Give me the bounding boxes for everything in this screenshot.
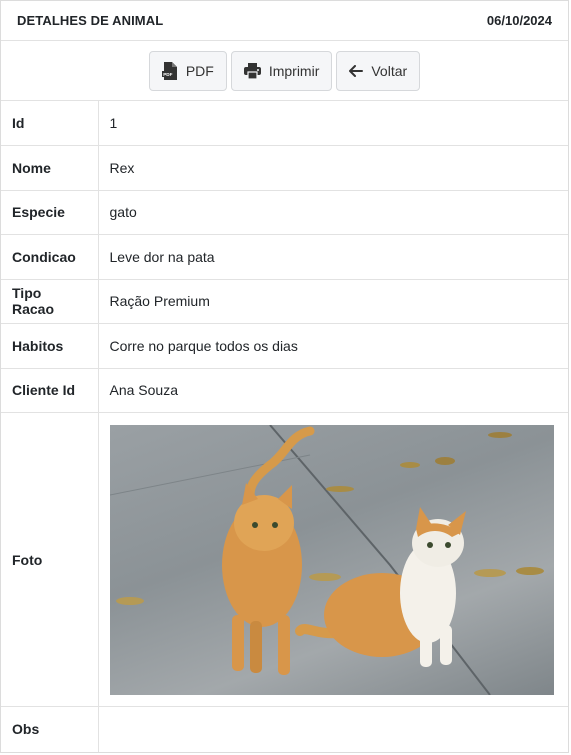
field-value: Rex — [98, 145, 568, 190]
field-value: gato — [98, 189, 568, 235]
field-label: Nome — [1, 145, 99, 190]
table-row: Id 1 — [1, 101, 568, 146]
field-label: Habitos — [1, 323, 99, 368]
table-row: Condicao Leve dor na pata — [1, 234, 568, 279]
field-label: Condicao — [1, 234, 99, 279]
field-value: 1 — [109, 115, 118, 131]
back-button[interactable]: Voltar — [336, 50, 421, 91]
table-row: Especie gato — [1, 189, 568, 235]
field-value — [98, 706, 568, 752]
svg-text:PDF: PDF — [163, 72, 172, 77]
print-button[interactable]: Imprimir — [230, 50, 333, 91]
field-label: Obs — [1, 706, 99, 752]
table-row: Tipo Racao Ração Premium — [1, 278, 568, 324]
pdf-button-label: PDF — [185, 62, 214, 79]
table-row: Foto — [1, 412, 568, 707]
header-date: 06/10/2024 — [486, 13, 552, 28]
action-toolbar: PDF PDF Imprimir Voltar — [1, 41, 568, 101]
table-row: Obs — [1, 706, 568, 752]
field-label: Cliente Id — [1, 367, 99, 413]
pdf-file-icon: PDF — [161, 61, 178, 80]
page-title: DETALHES DE ANIMAL — [17, 13, 164, 28]
field-label: Id — [1, 101, 99, 146]
cats-image — [109, 424, 544, 695]
field-value: Ana Souza — [98, 367, 568, 413]
print-button-label: Imprimir — [268, 62, 320, 79]
details-table: Id 1 Nome Rex Especie gato Condicao Leve… — [1, 101, 568, 752]
field-value: Ração Premium — [98, 278, 568, 324]
field-value — [98, 412, 568, 707]
field-label: Especie — [1, 189, 99, 235]
card-header: DETALHES DE ANIMAL 06/10/2024 — [1, 1, 568, 41]
table-row: Nome Rex — [1, 145, 568, 190]
table-row: Habitos Corre no parque todos os dias — [1, 323, 568, 368]
pdf-button[interactable]: PDF PDF — [148, 50, 227, 91]
field-label: Tipo Racao — [1, 278, 99, 324]
field-value: Leve dor na pata — [98, 234, 568, 279]
back-button-label: Voltar — [371, 62, 408, 79]
table-row: Cliente Id Ana Souza — [1, 367, 568, 413]
animal-details-card: DETALHES DE ANIMAL 06/10/2024 PDF PDF Im… — [0, 0, 569, 753]
field-value: Corre no parque todos os dias — [98, 323, 568, 368]
arrow-left-icon — [349, 64, 364, 77]
field-label: Foto — [1, 412, 99, 707]
printer-icon — [243, 62, 261, 79]
animal-photo — [109, 424, 554, 695]
